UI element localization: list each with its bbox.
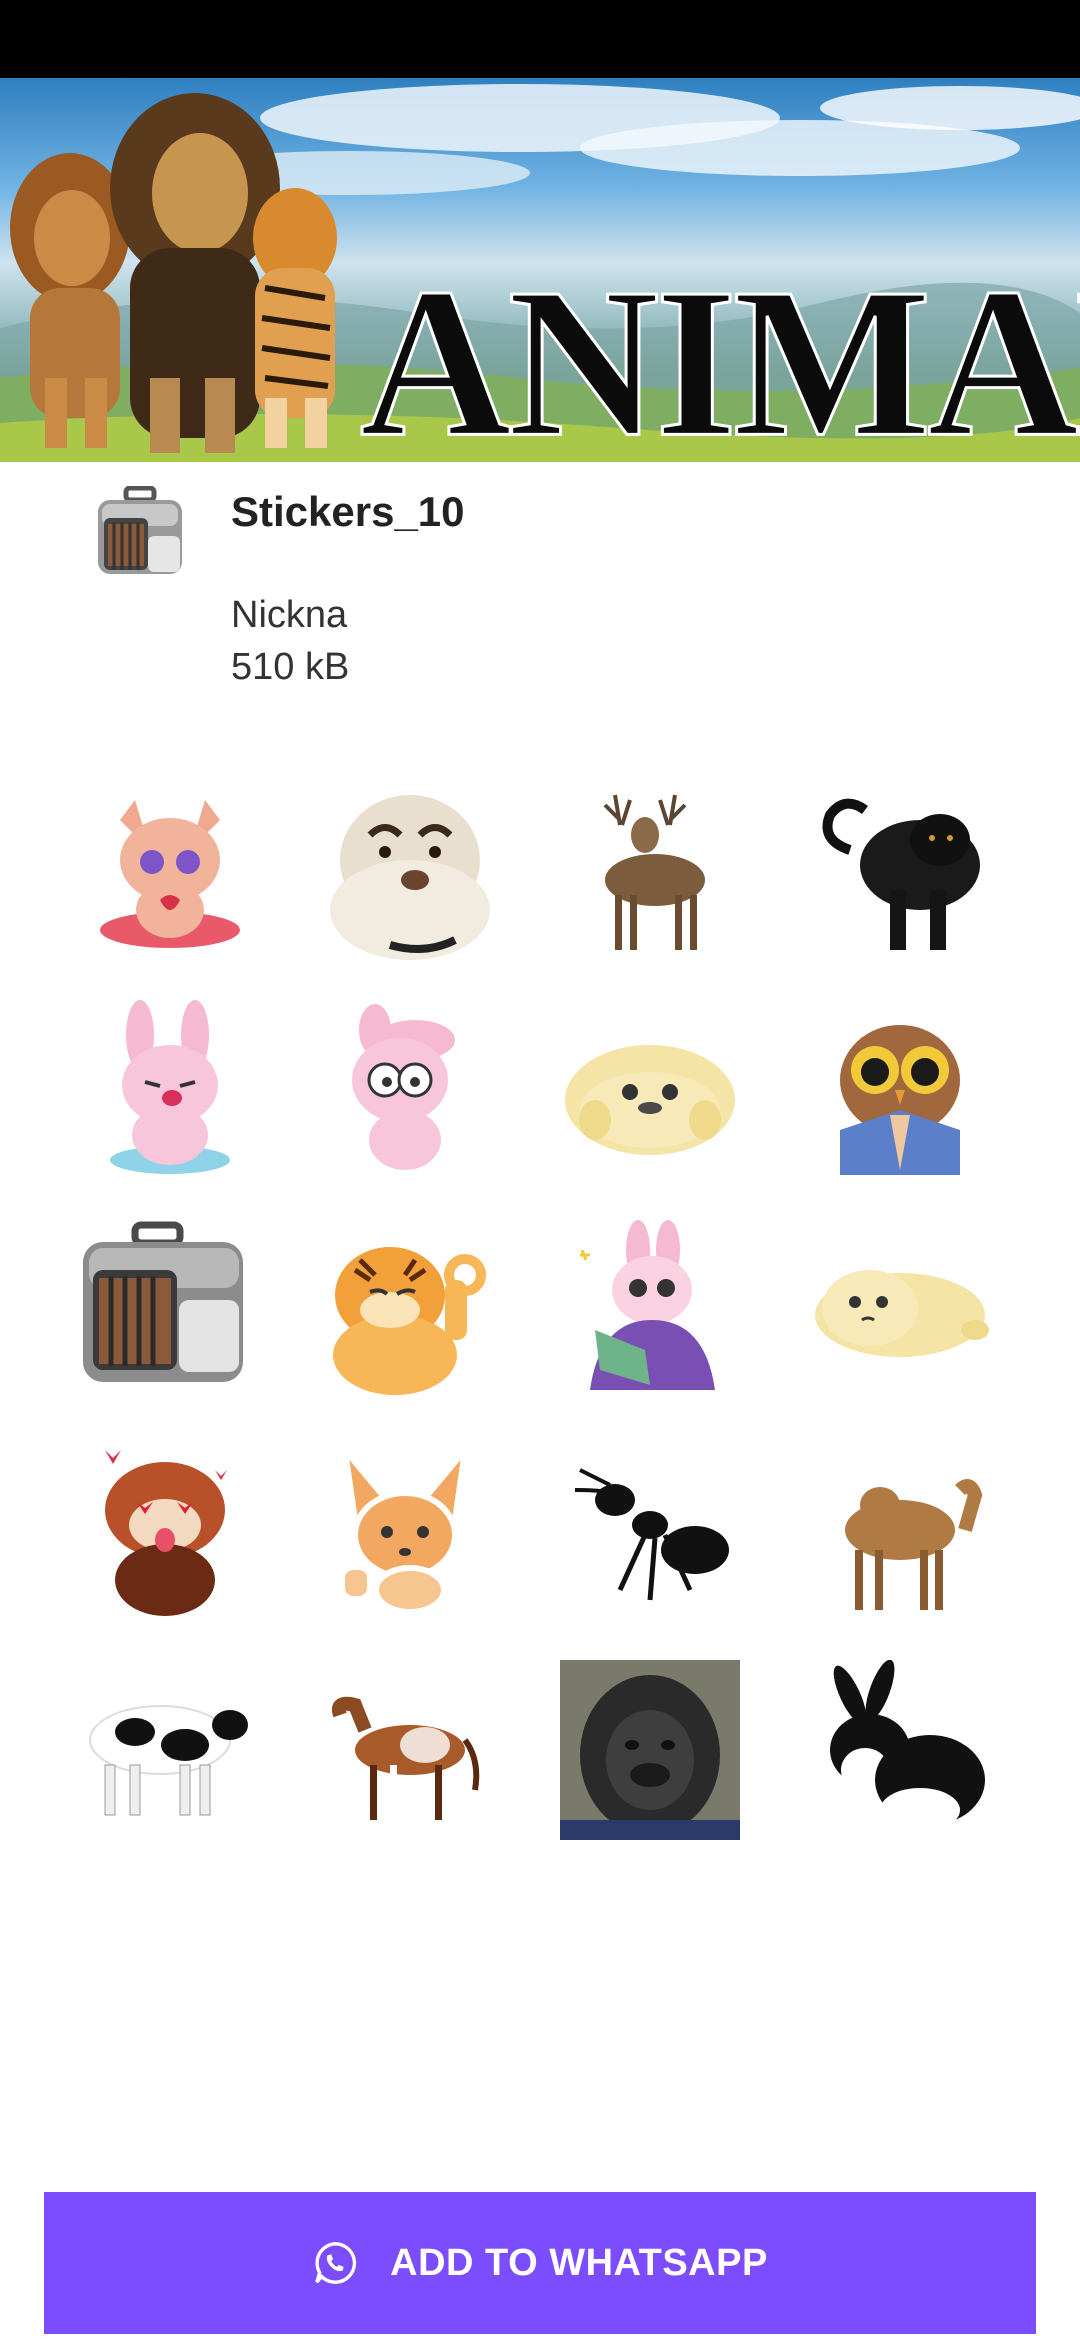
sticker-deer-photo[interactable] [560, 780, 740, 960]
sticker-seal-blob[interactable] [560, 1000, 740, 1180]
sticker-black-panther[interactable] [810, 780, 990, 960]
sticker-bunny-crying[interactable] [80, 1000, 260, 1180]
pack-name: Stickers_10 [231, 488, 465, 535]
add-to-whatsapp-label: ADD TO WHATSAPP [390, 2241, 768, 2284]
tray-icon [98, 486, 182, 574]
sticker-owl-pleading[interactable] [810, 1000, 990, 1180]
sticker-gorilla[interactable] [560, 1660, 740, 1840]
sticker-pink-chihuahua[interactable] [80, 780, 260, 960]
sticker-bunny-worried[interactable] [315, 1000, 495, 1180]
sticker-tiger-ok[interactable] [315, 1220, 495, 1400]
sticker-cow[interactable] [75, 1660, 255, 1840]
sticker-rabbit[interactable] [810, 1660, 990, 1840]
lion-center-figure [110, 93, 280, 453]
sticker-dog-photo[interactable] [315, 780, 495, 960]
sticker-ant[interactable] [560, 1440, 740, 1620]
sticker-bunny-reading[interactable] [560, 1220, 740, 1400]
sticker-fennec-fox[interactable] [315, 1440, 495, 1620]
sticker-camel[interactable] [810, 1440, 990, 1620]
pack-size: 510 kB [231, 646, 350, 688]
pack-author: Nickna [231, 594, 348, 636]
pack-info: Stickers_10 Nickna 510 kB [0, 462, 1080, 732]
tiger-figure [253, 188, 337, 448]
sticker-horse[interactable] [315, 1660, 495, 1840]
add-to-whatsapp-button[interactable]: ADD TO WHATSAPP [44, 2192, 1036, 2334]
pack-banner: ANIMAL [0, 78, 1080, 462]
status-bar [0, 0, 1080, 78]
whatsapp-icon [315, 2242, 357, 2284]
sticker-red-panda[interactable] [75, 1440, 255, 1620]
sticker-pet-carrier[interactable] [75, 1220, 255, 1400]
banner-title: ANIMAL [359, 243, 1080, 462]
sticker-seal-lying[interactable] [810, 1220, 990, 1400]
